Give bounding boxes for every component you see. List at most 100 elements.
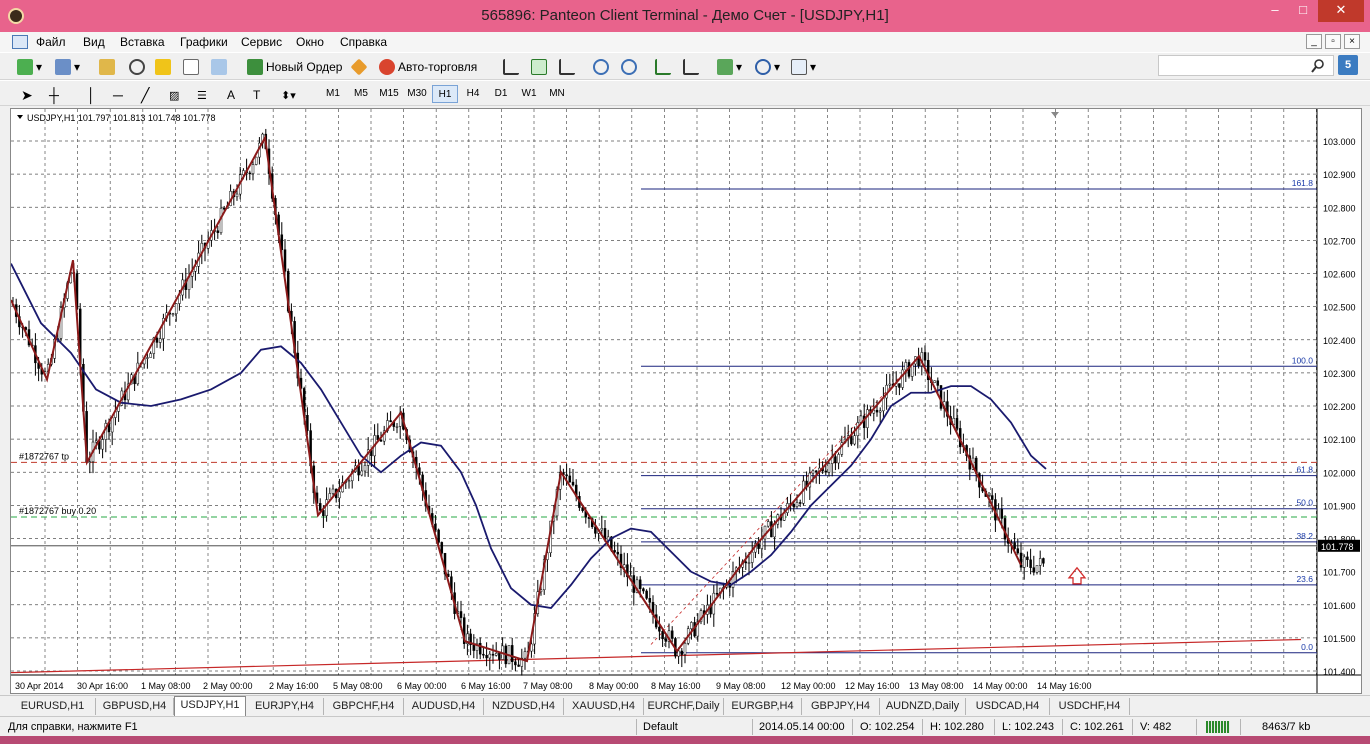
tf-m15[interactable]: M15 [376,85,402,103]
y-tick-label: 102.800 [1323,203,1356,213]
indicators-button[interactable]: ▾ [714,57,745,77]
shift-marker-icon[interactable] [1051,112,1059,117]
chart-tab[interactable]: USDCHF,H4 [1050,698,1130,715]
price-candle-body [661,631,664,640]
mdi-restore-icon[interactable]: ▫ [1325,34,1341,49]
new-chart-button[interactable]: ▾ [14,57,45,77]
price-candle-body [664,638,668,642]
tf-h4[interactable]: H4 [460,85,486,103]
tf-mn[interactable]: MN [544,85,570,103]
autotrading-button[interactable]: Авто-торговля [376,57,480,77]
text-tool-icon[interactable]: A [224,85,238,105]
new-order-button[interactable]: Новый Ордер [244,57,345,77]
price-candle-body [750,551,754,563]
status-bar: Для справки, нажмите F1 Default 2014.05.… [0,716,1370,736]
fibonacci-icon[interactable]: ☰ [194,85,210,105]
chart-tab[interactable]: USDJPY,H1 [174,696,246,716]
chart-tab[interactable]: GBPUSD,H4 [96,698,174,715]
data-window-button[interactable] [126,57,148,77]
crosshair-tool-icon[interactable]: ┼ [46,85,62,105]
chart-menu-triangle-icon[interactable] [17,115,23,119]
tf-d1[interactable]: D1 [488,85,514,103]
tf-m1[interactable]: M1 [320,85,346,103]
price-candle-body [658,626,661,632]
terminal-button[interactable] [180,57,202,77]
chart-window-icon[interactable] [12,35,28,49]
trendline-icon[interactable]: ╱ [138,85,152,105]
price-candle-body [248,172,252,175]
price-candle-body [94,440,98,443]
mdi-close-icon[interactable]: × [1344,34,1360,49]
tf-m5[interactable]: M5 [348,85,374,103]
autoscroll-button[interactable] [652,57,674,77]
price-candle-body [1029,559,1032,568]
market-watch-button[interactable] [96,57,118,77]
alerts-badge[interactable]: 5 [1338,55,1358,75]
candle-chart-button[interactable] [528,57,550,77]
minimize-button[interactable]: – [1262,0,1288,22]
menu-window[interactable]: Окно [296,35,324,49]
navigator-button[interactable] [152,57,174,77]
price-chart[interactable]: 103.000 102.900 102.800 102.700 102.600 102.5… [11,109,1361,693]
chart-tab[interactable]: NZDUSD,H4 [484,698,564,715]
mdi-minimize-icon[interactable]: _ [1306,34,1322,49]
chart-tab[interactable]: EURJPY,H4 [246,698,324,715]
price-candle-body [811,470,815,474]
price-candle-body [715,592,719,595]
menu-insert[interactable]: Вставка [120,35,165,49]
title-bar: 565896: Panteon Client Terminal - Демо С… [0,0,1370,32]
maximize-button[interactable]: □ [1290,0,1316,22]
bar-chart-button[interactable] [500,57,522,77]
price-candle-body [629,575,632,577]
price-candle-body [318,503,322,511]
templates-button[interactable]: ▾ [788,57,819,77]
text-label-icon[interactable]: T [250,85,263,105]
chart-tab[interactable]: EURCHF,Daily [644,698,724,715]
search-icon[interactable] [1310,58,1326,74]
chart-tab[interactable]: AUDUSD,H4 [404,698,484,715]
fibo-level-label: 23.6 [1296,574,1313,584]
y-tick-label: 101.900 [1323,501,1356,511]
trendline[interactable] [11,638,1302,674]
zoom-in-button[interactable] [590,57,612,77]
menu-tools[interactable]: Сервис [241,35,282,49]
close-button[interactable]: ✕ [1318,0,1364,22]
status-high: H: 102.280 [930,721,984,733]
menu-charts[interactable]: Графики [180,35,228,49]
menu-help[interactable]: Справка [340,35,387,49]
menu-file[interactable]: Файл [36,35,66,49]
chart-tab[interactable]: EURGBP,H4 [724,698,802,715]
profiles-button[interactable]: ▾ [52,57,83,77]
search-input[interactable] [1158,55,1334,76]
y-tick-label: 102.600 [1323,270,1356,280]
tester-button[interactable] [208,57,230,77]
chart-tab[interactable]: EURUSD,H1 [10,698,96,715]
vertical-line-icon[interactable]: │ [84,85,99,105]
price-candle-body [766,521,770,527]
horizontal-line-icon[interactable]: ─ [110,85,126,105]
chart-tab[interactable]: AUDNZD,Daily [880,698,966,715]
chart-tab[interactable]: USDCAD,H4 [966,698,1050,715]
chart-tab[interactable]: XAUUSD,H4 [564,698,644,715]
tf-h1[interactable]: H1 [432,85,458,103]
price-candle-body [517,664,520,667]
chart-tabs: EURUSD,H1 GBPUSD,H4 USDJPY,H1 EURJPY,H4 GBPC… [0,695,1370,716]
arrows-icon[interactable]: ⬍▾ [278,85,299,105]
cursor-icon[interactable]: ➤ [18,85,36,105]
up-arrow-icon[interactable] [1067,566,1087,585]
chart-window[interactable]: 103.000 102.900 102.800 102.700 102.600 102.5… [10,108,1362,694]
chart-tab[interactable]: GBPCHF,H4 [324,698,404,715]
chart-shift-button[interactable] [680,57,702,77]
metaeditor-button[interactable] [350,57,368,77]
tf-w1[interactable]: W1 [516,85,542,103]
tf-m30[interactable]: M30 [404,85,430,103]
trend-channel-line[interactable] [650,356,920,645]
chart-tab[interactable]: GBPJPY,H4 [802,698,880,715]
price-candle-body [824,470,828,473]
zoom-out-button[interactable] [618,57,640,77]
channel-icon[interactable]: ▨ [166,85,182,105]
periods-button[interactable]: ▾ [752,57,783,77]
menu-view[interactable]: Вид [83,35,105,49]
price-candle-body [904,362,908,371]
line-chart-button[interactable] [556,57,578,77]
